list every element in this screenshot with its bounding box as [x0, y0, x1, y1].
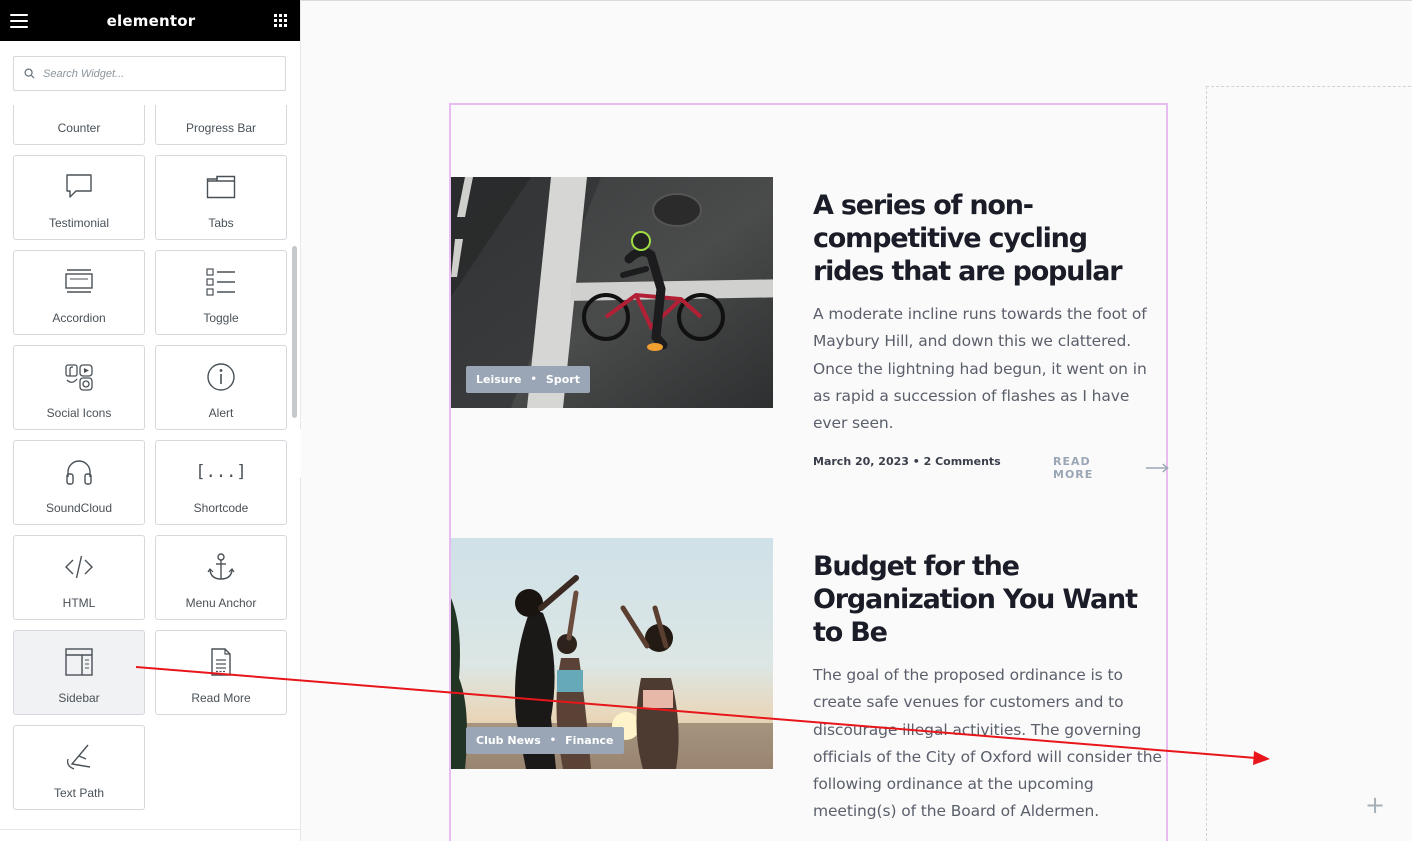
widget-shortcode[interactable]: [...] Shortcode: [155, 440, 287, 525]
widget-alert[interactable]: Alert: [155, 345, 287, 430]
speech-bubble-icon: [62, 170, 96, 204]
widget-label: Toggle: [203, 311, 239, 325]
post-excerpt: A moderate incline runs towards the foot…: [813, 305, 1147, 433]
category-link[interactable]: Leisure: [476, 373, 522, 386]
widget-menu-anchor[interactable]: Menu Anchor: [155, 535, 287, 620]
widget-sidebar[interactable]: Sidebar: [13, 630, 145, 715]
tabs-icon: [204, 170, 238, 204]
read-more-link[interactable]: READ MORE: [1053, 455, 1170, 481]
post-thumbnail-cycling[interactable]: Leisure • Sport: [451, 177, 773, 408]
add-section-plus-icon[interactable]: +: [1365, 791, 1385, 819]
post-meta: March 20, 2023 • 2 Comments: [813, 455, 1001, 468]
widget-progress-bar[interactable]: Progress Bar: [155, 105, 287, 145]
read-more-label: READ MORE: [1053, 455, 1094, 481]
widget-testimonial[interactable]: Testimonial: [13, 155, 145, 240]
category-separator: •: [549, 735, 557, 746]
widget-panel: elementor Counter Progress Bar Testimo: [0, 0, 301, 841]
text-path-icon: [62, 740, 96, 774]
document-icon: [204, 645, 238, 679]
widget-label: SoundCloud: [45, 501, 113, 515]
widget-toggle[interactable]: Toggle: [155, 250, 287, 335]
post-categories: Leisure • Sport: [466, 366, 590, 393]
drop-zone[interactable]: [1206, 86, 1412, 841]
widget-label: HTML: [62, 596, 96, 610]
sidebar-icon: [62, 645, 96, 679]
widget-label: Social Icons: [46, 406, 112, 420]
widget-label: Text Path: [53, 786, 105, 800]
category-link[interactable]: Sport: [546, 373, 580, 386]
accordion-icon: [62, 265, 96, 299]
panel-footer: [0, 829, 300, 841]
widget-grid: Counter Progress Bar Testimonial Tabs Ac…: [0, 105, 300, 827]
widget-social-icons[interactable]: Social Icons: [13, 345, 145, 430]
widgets-grid-icon[interactable]: [274, 13, 288, 28]
info-circle-icon: [204, 360, 238, 394]
elementor-editor: elementor Counter Progress Bar Testimo: [0, 0, 1412, 841]
post-categories: Club News • Finance: [466, 727, 624, 754]
panel-scrollbar[interactable]: [292, 246, 297, 418]
anchor-icon: [204, 550, 238, 584]
posts-section[interactable]: Leisure • Sport A series of non-competit…: [449, 103, 1170, 841]
post-title[interactable]: Budget for the Organization You Want to …: [813, 550, 1153, 649]
panel-header: elementor: [0, 0, 300, 41]
post-thumbnail-dance[interactable]: Club News • Finance: [451, 538, 773, 769]
code-icon: [62, 550, 96, 584]
headphones-icon: [62, 455, 96, 489]
category-link[interactable]: Club News: [476, 734, 541, 747]
widget-label: Read More: [191, 691, 251, 705]
social-icons-icon: [62, 360, 96, 394]
category-link[interactable]: Finance: [565, 734, 613, 747]
widget-label: Tabs: [208, 216, 234, 230]
widget-label: Sidebar: [58, 691, 100, 705]
widget-accordion[interactable]: Accordion: [13, 250, 145, 335]
elementor-logo: elementor: [106, 11, 196, 30]
widget-label: Counter: [57, 121, 101, 135]
widget-label: Accordion: [52, 311, 106, 325]
hamburger-menu-icon[interactable]: [10, 13, 28, 28]
post-excerpt: The goal of the proposed ordinance is to…: [813, 666, 1162, 821]
widget-read-more[interactable]: Read More: [155, 630, 287, 715]
widget-label: Menu Anchor: [185, 596, 257, 610]
editor-canvas: + Leisure • Sport A series of non-compet…: [301, 0, 1412, 841]
widget-tabs[interactable]: Tabs: [155, 155, 287, 240]
search-input[interactable]: [43, 67, 273, 80]
widget-counter[interactable]: Counter: [13, 105, 145, 145]
search-icon: [24, 68, 35, 79]
shortcode-glyph: [...]: [195, 462, 247, 482]
category-separator: •: [530, 374, 537, 385]
widget-search[interactable]: [13, 56, 286, 91]
widget-label: Shortcode: [193, 501, 249, 515]
post-title[interactable]: A series of non-competitive cycling ride…: [813, 189, 1153, 288]
widget-html[interactable]: HTML: [13, 535, 145, 620]
widget-label: Alert: [208, 406, 234, 420]
toggle-list-icon: [204, 265, 238, 299]
widget-text-path[interactable]: Text Path: [13, 725, 145, 810]
widget-soundcloud[interactable]: SoundCloud: [13, 440, 145, 525]
widget-label: Progress Bar: [185, 121, 257, 135]
arrow-right-icon: [1146, 463, 1170, 473]
widget-label: Testimonial: [48, 216, 110, 230]
shortcode-icon: [...]: [195, 455, 246, 489]
